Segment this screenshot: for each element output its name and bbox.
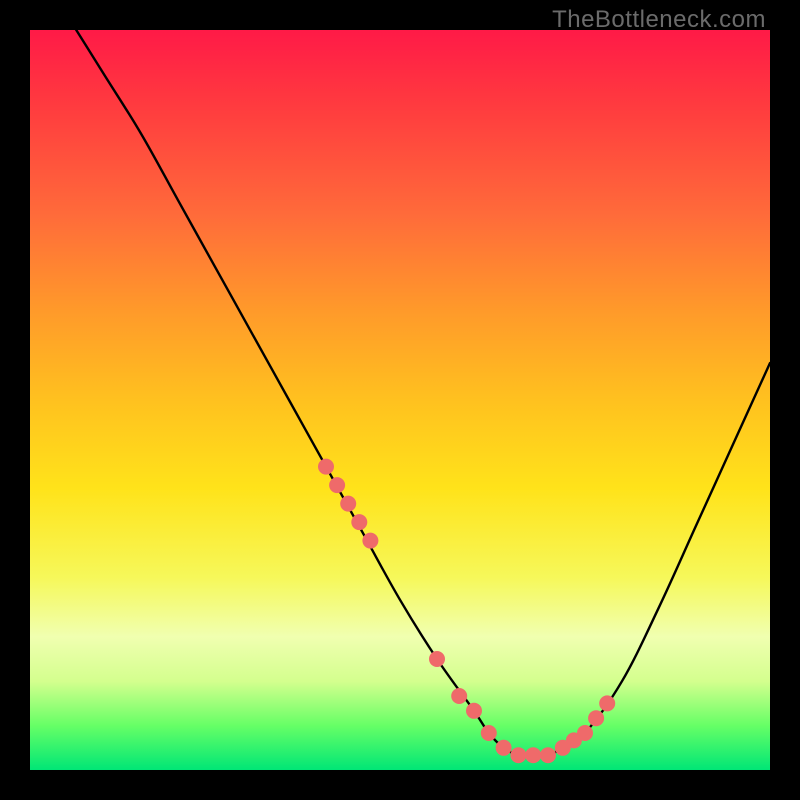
marker-dot [340,496,356,512]
marker-dot [351,514,367,530]
marker-dot [466,703,482,719]
marker-dot [481,725,497,741]
plot-area [30,30,770,770]
marker-dot [588,710,604,726]
bottleneck-curve [30,0,770,756]
marker-dot [362,533,378,549]
marker-dot [318,459,334,475]
marker-dot [510,747,526,763]
marker-dot [429,651,445,667]
marker-group [318,459,615,764]
chart-svg [30,30,770,770]
marker-dot [577,725,593,741]
marker-dot [540,747,556,763]
marker-dot [329,477,345,493]
chart-stage: TheBottleneck.com [0,0,800,800]
marker-dot [525,747,541,763]
marker-dot [599,695,615,711]
marker-dot [496,740,512,756]
marker-dot [451,688,467,704]
